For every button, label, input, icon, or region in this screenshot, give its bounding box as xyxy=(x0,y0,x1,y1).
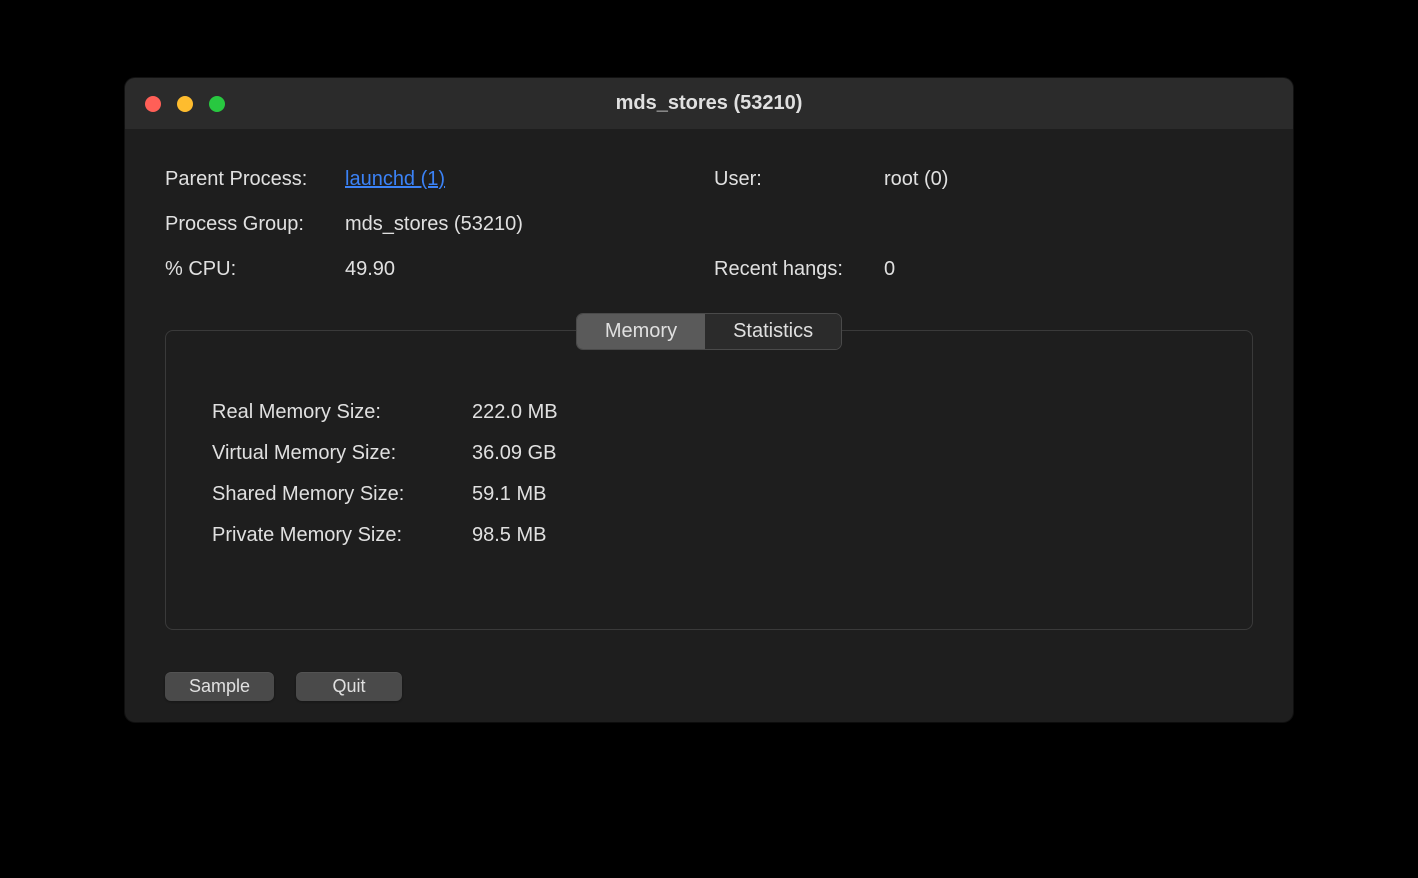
cpu-label: % CPU: xyxy=(165,258,345,281)
process-info-grid: Parent Process: launchd (1) User: root (… xyxy=(165,168,1253,281)
minimize-icon[interactable] xyxy=(177,96,193,112)
traffic-lights xyxy=(125,96,225,112)
cpu-value: 49.90 xyxy=(345,258,714,281)
memory-grid: Real Memory Size: 222.0 MB Virtual Memor… xyxy=(212,401,1206,547)
real-memory-value: 222.0 MB xyxy=(472,401,1206,424)
parent-process-link[interactable]: launchd (1) xyxy=(345,168,445,190)
hangs-label: Recent hangs: xyxy=(714,258,884,281)
memory-panel: Real Memory Size: 222.0 MB Virtual Memor… xyxy=(165,330,1253,630)
private-memory-label: Private Memory Size: xyxy=(212,524,452,547)
footer-buttons: Sample Quit xyxy=(125,650,1293,722)
process-info-window: mds_stores (53210) Parent Process: launc… xyxy=(125,78,1293,722)
user-label: User: xyxy=(714,168,884,191)
window-title: mds_stores (53210) xyxy=(125,92,1293,115)
tab-container: Memory Statistics Real Memory Size: 222.… xyxy=(165,313,1253,630)
tab-memory[interactable]: Memory xyxy=(577,314,705,349)
sample-button[interactable]: Sample xyxy=(165,672,274,701)
real-memory-label: Real Memory Size: xyxy=(212,401,452,424)
virtual-memory-label: Virtual Memory Size: xyxy=(212,442,452,465)
content-area: Parent Process: launchd (1) User: root (… xyxy=(125,130,1293,650)
user-value: root (0) xyxy=(884,168,1253,191)
shared-memory-value: 59.1 MB xyxy=(472,483,1206,506)
hangs-value: 0 xyxy=(884,258,1253,281)
titlebar: mds_stores (53210) xyxy=(125,78,1293,130)
quit-button[interactable]: Quit xyxy=(296,672,402,701)
process-group-value: mds_stores (53210) xyxy=(345,213,714,236)
tab-group: Memory Statistics xyxy=(576,313,842,350)
parent-process-label: Parent Process: xyxy=(165,168,345,191)
tabs: Memory Statistics xyxy=(165,313,1253,350)
close-icon[interactable] xyxy=(145,96,161,112)
maximize-icon[interactable] xyxy=(209,96,225,112)
virtual-memory-value: 36.09 GB xyxy=(472,442,1206,465)
tab-statistics[interactable]: Statistics xyxy=(705,314,841,349)
process-group-label: Process Group: xyxy=(165,213,345,236)
shared-memory-label: Shared Memory Size: xyxy=(212,483,452,506)
private-memory-value: 98.5 MB xyxy=(472,524,1206,547)
